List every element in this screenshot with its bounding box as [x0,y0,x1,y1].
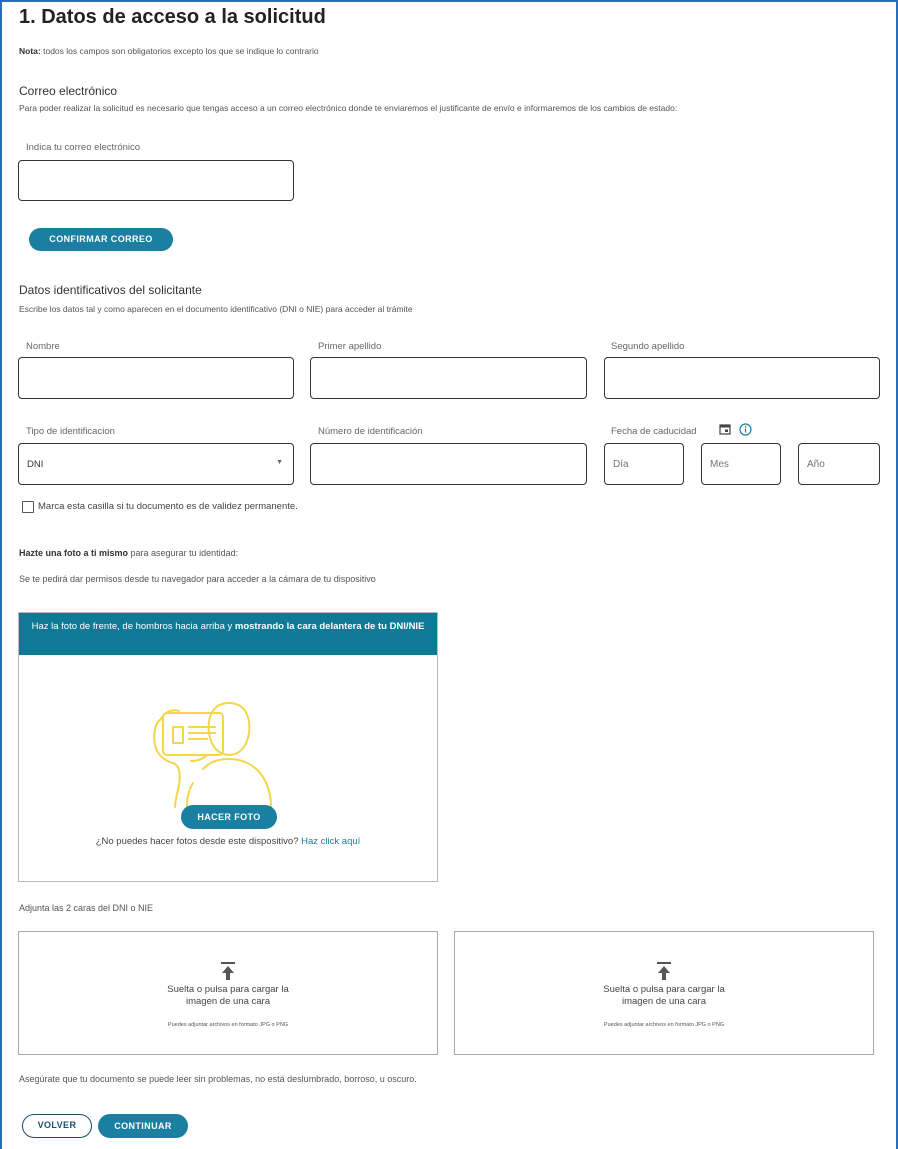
expiry-year-input[interactable] [799,444,879,484]
id-type-label: Tipo de identificacion [26,426,115,437]
expiry-month-field[interactable] [701,443,781,485]
upload-dropzone-2[interactable]: Suelta o pulsa para cargar la imagen de … [454,931,874,1055]
page-title: 1. Datos de acceso a la solicitud [19,6,326,28]
expiry-label: Fecha de caducidad [611,426,697,437]
expiry-day-input[interactable] [605,444,683,484]
no-camera-text: ¿No puedes hacer fotos desde este dispos… [95,836,299,847]
upload-dropzone-1-text: Suelta o pulsa para cargar la imagen de … [19,984,437,1008]
permanent-checkbox[interactable] [22,501,34,513]
surname2-label: Segundo apellido [611,341,685,352]
upload-icon [221,962,235,980]
back-button[interactable]: VOLVER [22,1114,92,1138]
required-note: Nota: todos los campos son obligatorios … [19,46,319,56]
surname2-input[interactable] [605,358,879,398]
expiry-month-input[interactable] [702,444,780,484]
email-description: Para poder realizar la solicitud es nece… [19,103,678,113]
surname2-field[interactable] [604,357,880,399]
take-photo-button[interactable]: HACER FOTO [181,805,277,829]
id-number-field[interactable] [310,443,587,485]
upload-dropzone-1-line2: imagen de una cara [186,996,270,1007]
upload-instructions: Adjunta las 2 caras del DNI o NIE [19,903,154,913]
selfie-heading: Hazte una foto a ti mismo para asegurar … [19,548,238,558]
no-camera-row: ¿No puedes hacer fotos desde este dispos… [19,836,437,847]
applicant-section-title: Datos identificativos del solicitante [19,283,202,297]
selfie-card-header: Haz la foto de frente, de hombros hacia … [19,613,437,655]
calendar-icon[interactable] [719,423,731,435]
chevron-down-icon: ▼ [276,459,283,466]
selfie-card-header-bold: mostrando la cara delantera de tu DNI/NI… [234,621,425,632]
upload-icon [657,962,671,980]
upload-dropzone-1-hint: Puedes adjuntar archivos en formato JPG … [167,1022,289,1028]
selfie-heading-rest: para asegurar tu identidad: [130,548,239,558]
info-icon[interactable] [739,423,752,436]
name-input[interactable] [19,358,293,398]
email-input[interactable] [19,161,293,200]
confirm-email-button[interactable]: CONFIRMAR CORREO [29,228,173,251]
upload-dropzone-1[interactable]: Suelta o pulsa para cargar la imagen de … [18,931,438,1055]
upload-dropzone-2-line2: imagen de una cara [622,996,706,1007]
selfie-with-id-illustration [153,702,272,808]
upload-dropzone-2-hint: Puedes adjuntar archivos en formato JPG … [603,1022,725,1028]
selfie-heading-bold: Hazte una foto a ti mismo [19,548,129,558]
name-label: Nombre [26,341,60,352]
expiry-year-field[interactable] [798,443,880,485]
upload-dropzone-2-text: Suelta o pulsa para cargar la imagen de … [455,984,873,1008]
id-type-value: DNI [27,459,44,470]
required-note-text: todos los campos son obligatorios except… [43,46,319,56]
upload-dropzone-1-line1: Suelta o pulsa para cargar la [167,984,289,995]
camera-permission-note: Se te pedirá dar permisos desde tu naveg… [19,574,376,584]
continue-button[interactable]: CONTINUAR [98,1114,188,1138]
window-frame-top [0,0,898,2]
id-number-input[interactable] [311,444,586,484]
name-field[interactable] [18,357,294,399]
surname1-label: Primer apellido [318,341,382,352]
id-type-select[interactable]: DNI ▼ [18,443,294,485]
selfie-card-header-text: Haz la foto de frente, de hombros hacia … [31,621,233,632]
permanent-checkbox-label: Marca esta casilla si tu documento es de… [38,501,298,512]
window-frame-left [0,0,2,1149]
required-note-bold: Nota: [19,46,41,56]
surname1-field[interactable] [310,357,587,399]
expiry-day-field[interactable] [604,443,684,485]
email-field[interactable] [18,160,294,201]
surname1-input[interactable] [311,358,586,398]
document-quality-note: Asegúrate que tu documento se puede leer… [19,1074,417,1084]
selfie-card: Haz la foto de frente, de hombros hacia … [18,612,438,882]
no-camera-link[interactable]: Haz click aquí [301,836,360,847]
email-section-title: Correo electrónico [19,84,118,98]
email-label: Indica tu correo electrónico [26,142,141,153]
id-number-label: Número de identificación [318,426,423,437]
upload-dropzone-2-line1: Suelta o pulsa para cargar la [603,984,725,995]
applicant-description: Escribe los datos tal y como aparecen en… [19,304,413,314]
